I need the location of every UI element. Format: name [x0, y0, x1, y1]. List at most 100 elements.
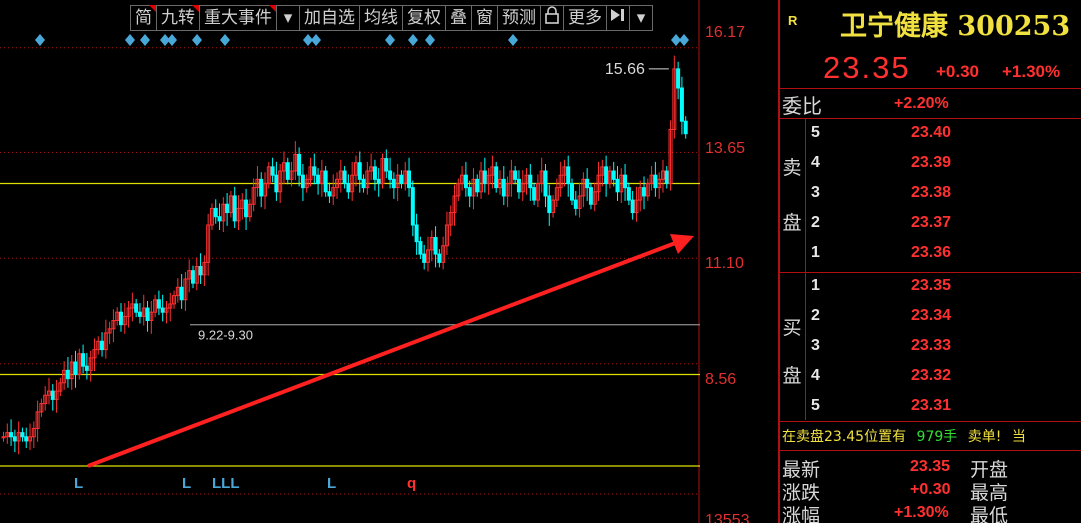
- candle-body: [316, 174, 321, 184]
- order-price: 23.38: [911, 184, 952, 201]
- notice-suffix: 卖单!: [967, 429, 1002, 445]
- adjust-rights-button[interactable]: 复权: [402, 5, 446, 31]
- order-price: 23.32: [911, 367, 952, 384]
- candle-body: [513, 170, 518, 180]
- dropdown-arrow-icon[interactable]: ▾: [276, 5, 300, 31]
- event-diamond: [192, 34, 202, 46]
- sell-row[interactable]: 4 23.39 31: [806, 154, 1081, 177]
- candle-body: [323, 170, 328, 193]
- candle-body: [244, 199, 249, 218]
- candle-body: [437, 253, 442, 263]
- signal-mark: L: [327, 475, 336, 492]
- candle-body: [12, 436, 17, 442]
- event-diamond: [425, 34, 435, 46]
- candle-body: [300, 174, 305, 189]
- sell-row[interactable]: 2 23.37 13: [806, 214, 1081, 237]
- forecast-button[interactable]: 预测: [497, 5, 541, 31]
- candle-body: [312, 166, 317, 176]
- candle-body: [225, 203, 230, 214]
- kline-chart[interactable]: 9.22-9.30 15.66 L L LLL Lq: [0, 0, 700, 523]
- major-events-button[interactable]: 重大事件: [199, 5, 277, 31]
- order-price: 23.33: [911, 337, 952, 354]
- candle-body: [566, 166, 571, 184]
- order-level: 1: [811, 277, 820, 294]
- large-order-notice[interactable]: 在卖盘23.45位置有 979手 卖单! 当: [782, 426, 1026, 446]
- candle-body: [357, 162, 362, 180]
- kline-svg[interactable]: 9.22-9.3015.66L L LLL Lq: [0, 0, 700, 523]
- candle-body: [570, 182, 575, 201]
- candle-body: [145, 307, 150, 322]
- candle-body: [259, 178, 264, 197]
- notice-tail: 当: [1011, 429, 1026, 445]
- candle-body: [9, 432, 14, 438]
- candle-body: [20, 432, 25, 438]
- jiuzhuan-button[interactable]: 九转: [156, 5, 200, 31]
- sell-label: 盘: [782, 212, 802, 234]
- add-watchlist-button[interactable]: 加自选: [299, 5, 360, 31]
- candle-body: [213, 207, 218, 218]
- price-change-pct: +1.30%: [1002, 62, 1061, 81]
- buy-row[interactable]: 4 23.32 20: [806, 367, 1081, 390]
- lock-icon[interactable]: [540, 5, 564, 31]
- window-button[interactable]: 窗: [471, 5, 498, 31]
- candle-body: [653, 174, 658, 189]
- sell-row[interactable]: 3 23.38 15: [806, 184, 1081, 207]
- candle-body: [611, 170, 616, 180]
- candle-body: [422, 253, 427, 263]
- axis-label: 16.17: [705, 24, 746, 41]
- candle-body: [342, 170, 347, 184]
- candle-body: [100, 340, 105, 351]
- candle-body: [547, 195, 552, 214]
- simple-button[interactable]: 简: [130, 5, 157, 31]
- candle-body: [585, 178, 590, 189]
- candle-body: [391, 178, 396, 189]
- candle-body: [232, 195, 237, 222]
- buy-label: 买: [782, 317, 802, 339]
- stat-row: 涨跌 +0.30 最高: [782, 478, 1081, 504]
- divider: [778, 272, 1081, 273]
- more-button[interactable]: 更多: [563, 5, 607, 31]
- buy-row[interactable]: 5 23.31 7: [806, 397, 1081, 420]
- weibi-label: 委比: [782, 94, 822, 118]
- weibi-value: +2.20%: [894, 95, 949, 112]
- order-price: 23.39: [911, 154, 952, 171]
- stock-name[interactable]: 卫宁健康 300253: [840, 4, 1070, 43]
- candle-body: [81, 353, 86, 367]
- high-marker-label: 15.66: [605, 61, 645, 78]
- candle-body: [463, 174, 468, 189]
- candle-body: [399, 174, 404, 184]
- candle-body: [384, 158, 389, 172]
- divider: [778, 450, 1081, 451]
- candle-body: [418, 241, 423, 255]
- moving-average-button[interactable]: 均线: [359, 5, 403, 31]
- reference-label: 9.22-9.30: [198, 328, 253, 343]
- candle-body: [676, 68, 681, 89]
- dropdown-arrow-icon[interactable]: ▾: [629, 5, 653, 31]
- stat-label: 涨幅: [782, 505, 821, 523]
- notice-hands: 979手: [916, 429, 958, 445]
- divider: [778, 118, 1081, 119]
- candle-body: [285, 162, 290, 180]
- event-diamond: [220, 34, 230, 46]
- order-price: 23.40: [911, 124, 952, 141]
- order-price: 23.34: [911, 307, 952, 324]
- sell-row[interactable]: 1 23.36 4: [806, 244, 1081, 267]
- candle-body: [414, 224, 419, 243]
- candle-body: [630, 199, 635, 214]
- buy-row[interactable]: 3 23.33 30: [806, 337, 1081, 360]
- buy-row[interactable]: 1 23.35 52: [806, 277, 1081, 300]
- skip-forward-icon[interactable]: [606, 5, 630, 31]
- candle-body: [683, 120, 688, 135]
- candle-body: [388, 170, 393, 180]
- buy-row[interactable]: 2 23.34 54: [806, 307, 1081, 330]
- candle-body: [73, 361, 78, 375]
- sell-row[interactable]: 5 23.40 94: [806, 124, 1081, 147]
- stat-value: +0.30: [910, 481, 951, 498]
- candle-body: [376, 178, 381, 184]
- divider: [778, 421, 1081, 422]
- candle-body: [642, 187, 647, 197]
- overlay-button[interactable]: 叠: [445, 5, 472, 31]
- candle-body: [84, 365, 89, 371]
- candle-body: [217, 216, 222, 222]
- stat-value: +1.30%: [894, 504, 949, 521]
